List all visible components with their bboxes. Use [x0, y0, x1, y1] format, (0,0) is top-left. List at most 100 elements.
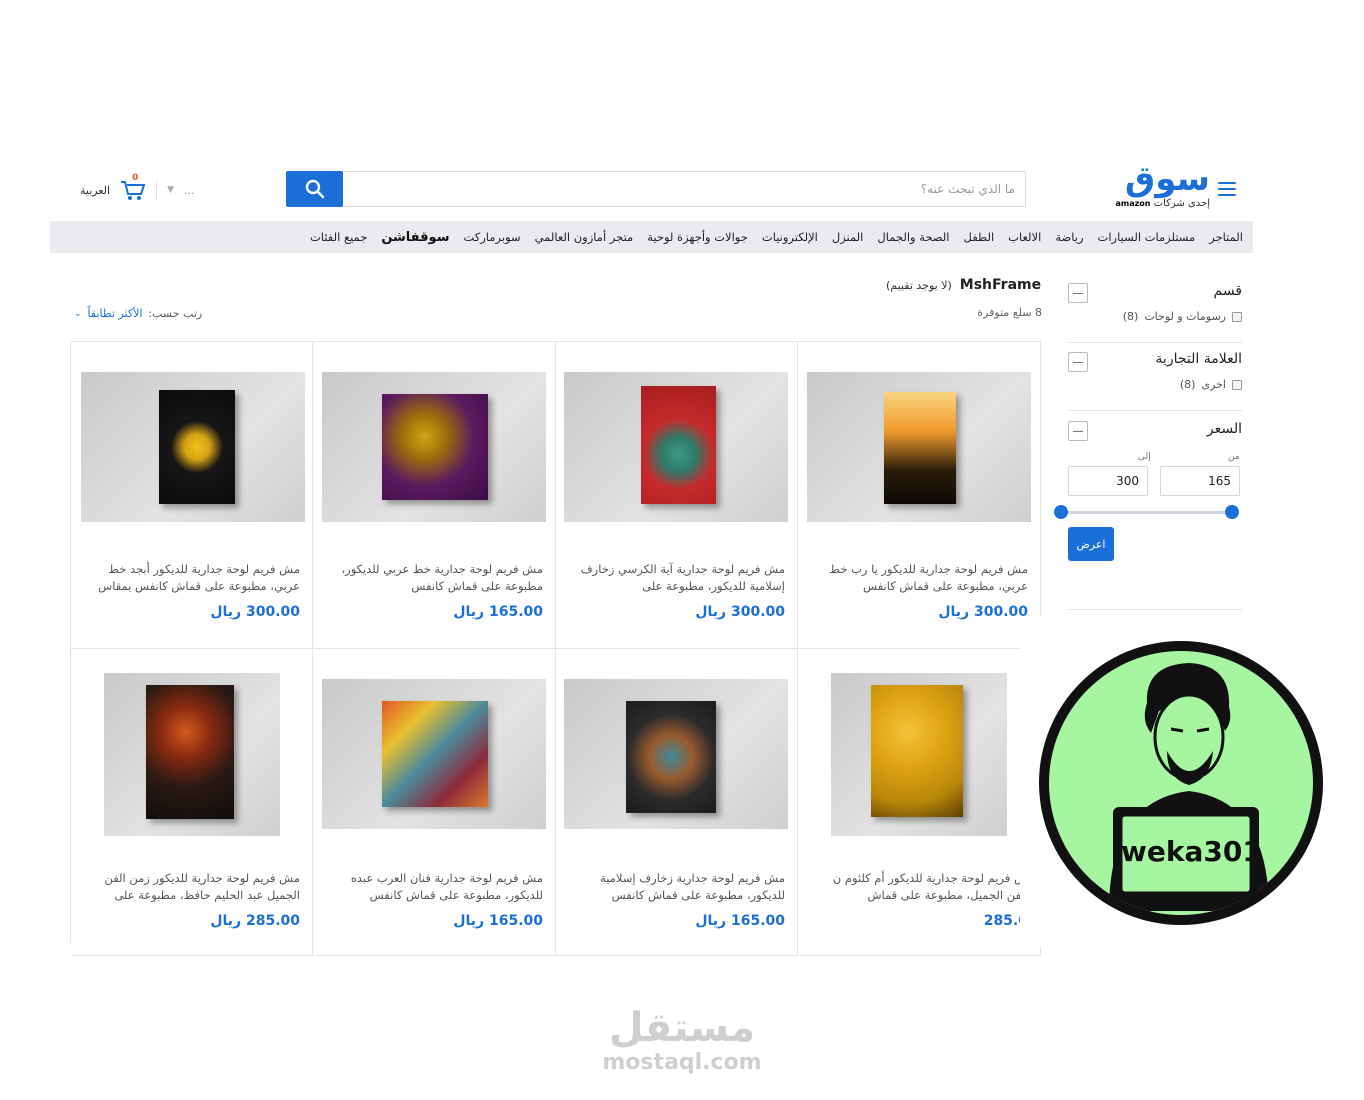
store-rating: (لا يوجد تقييم): [886, 278, 952, 292]
price-from-label: من: [1228, 452, 1240, 462]
sort-control: رتب حسب: الأكثر تطابقاً ⌄: [74, 307, 202, 320]
logo-text: سوق: [1124, 159, 1210, 199]
search-button[interactable]: [286, 171, 343, 207]
filter-price-title: السعر: [1206, 421, 1242, 437]
product-title[interactable]: مش فريم لوحة جدارية للديكور زمن الفن الج…: [83, 870, 300, 904]
canvas-art: [159, 390, 235, 504]
divider: [1068, 342, 1242, 343]
search-icon: [305, 179, 324, 199]
nav-item-health-beauty[interactable]: الصحة والجمال: [877, 230, 949, 244]
product-card[interactable]: مش فريم لوحة جدارية زخارف إسلامية للديكو…: [556, 649, 798, 956]
collapse-brand-button[interactable]: [1068, 352, 1088, 372]
canvas-art: [146, 685, 234, 819]
product-card[interactable]: مش فريم لوحة جدارية خط عربي للديكور، مطب…: [314, 342, 556, 649]
product-title[interactable]: مش فريم لوحة جدارية خط عربي للديكور، مطب…: [326, 561, 543, 595]
nav-item-all-categories[interactable]: جميع الفئات: [310, 230, 367, 244]
canvas-art: [382, 394, 488, 500]
product-price: 285.00 ريال: [210, 913, 300, 929]
sort-select[interactable]: الأكثر تطابقاً: [88, 307, 143, 320]
price-slider-max-handle[interactable]: [1225, 505, 1239, 519]
product-title[interactable]: مش فريم لوحة جدارية زخارف إسلامية للديكو…: [568, 870, 785, 904]
canvas-art: [382, 701, 488, 807]
menu-icon[interactable]: [1218, 182, 1236, 196]
price-min-input[interactable]: 165: [1160, 466, 1240, 496]
logo-subtitle: إحدى شركات amazon: [1115, 198, 1210, 209]
product-card[interactable]: مش فريم لوحة جدارية فنان العرب عبده للدي…: [314, 649, 556, 956]
cart-button[interactable]: 0: [120, 173, 146, 201]
watermark-latin: mostaql.com: [602, 1050, 762, 1075]
product-card[interactable]: مش فريم لوحة جدارية للديكور يا رب خط عرب…: [799, 342, 1041, 649]
nav-item-electronics[interactable]: الإلكترونيات: [762, 230, 818, 244]
product-image[interactable]: [564, 679, 788, 829]
store-header: (لا يوجد تقييم) MshFrame: [886, 277, 1041, 293]
product-card[interactable]: مش فريم لوحة جدارية للديكور أبجد خط عربي…: [71, 342, 313, 649]
account-menu[interactable]: ...: [184, 184, 195, 197]
product-title[interactable]: مش فريم لوحة جدارية آية الكرسي زخارف إسل…: [568, 561, 785, 595]
filter-brand-title: العلامة التجارية: [1155, 351, 1242, 367]
product-price: 165.00 ريال: [453, 604, 543, 620]
product-card[interactable]: مش فريم لوحة جدارية آية الكرسي زخارف إسل…: [556, 342, 798, 649]
canvas-art: [626, 701, 716, 813]
nav-item-amazon-global[interactable]: متجر أمازون العالمي: [535, 230, 634, 244]
product-title[interactable]: ش فريم لوحة جدارية للديكور أم كلثوم ن ال…: [811, 870, 1028, 904]
apply-price-button[interactable]: اعرض: [1068, 527, 1114, 561]
nav-item-sports[interactable]: رياضة: [1055, 230, 1083, 244]
filter-category-option[interactable]: رسومات و لوحات (8): [1100, 310, 1242, 323]
product-image[interactable]: [322, 679, 546, 829]
price-slider-min-handle[interactable]: [1054, 505, 1068, 519]
filter-category-title: قسم: [1213, 283, 1243, 299]
product-title[interactable]: مش فريم لوحة جدارية فنان العرب عبده للدي…: [326, 870, 543, 904]
badge-text: weka301: [1121, 835, 1262, 868]
canvas-art: [641, 386, 716, 504]
chevron-down-icon[interactable]: ⌄: [74, 309, 82, 319]
product-card[interactable]: ش فريم لوحة جدارية للديكور أم كلثوم ن ال…: [799, 649, 1041, 956]
avatar: weka301: [1049, 651, 1313, 915]
souq-logo[interactable]: سوق إحدى شركات amazon: [1110, 160, 1210, 216]
designer-avatar-badge: weka301: [1039, 641, 1323, 925]
product-image[interactable]: [81, 372, 305, 522]
product-card[interactable]: مش فريم لوحة جدارية للديكور زمن الفن الج…: [71, 649, 313, 956]
product-price: 165.00 ريال: [695, 913, 785, 929]
product-grid: مش فريم لوحة جدارية للديكور يا رب خط عرب…: [70, 341, 1041, 956]
checkbox[interactable]: [1232, 311, 1242, 322]
search-input[interactable]: ما الذي تبحث عنه؟: [342, 171, 1026, 207]
nav-item-supermarket[interactable]: سوبرماركت: [463, 230, 520, 244]
mostaql-watermark: مستقل mostaql.com: [596, 1005, 768, 1085]
product-image[interactable]: [807, 372, 1031, 522]
product-image[interactable]: [104, 673, 280, 836]
divider: [156, 181, 158, 199]
chevron-down-icon[interactable]: ▼: [167, 185, 174, 195]
header-utilities: العربية 0 ▼ ...: [80, 173, 195, 204]
collapse-price-button[interactable]: [1068, 421, 1088, 441]
canvas-art: [884, 392, 956, 504]
nav-item-souq-fashion[interactable]: سوقفاشن: [381, 230, 449, 245]
watermark-arabic: مستقل: [608, 1005, 756, 1051]
divider: [1068, 609, 1242, 610]
nav-item-stores[interactable]: المتاجر: [1209, 230, 1243, 244]
filter-brand-option[interactable]: اخرى (8): [1100, 378, 1242, 391]
store-name[interactable]: MshFrame: [960, 277, 1041, 293]
cart-count: 0: [132, 173, 139, 183]
nav-item-mobiles[interactable]: جوالات وأجهزة لوحية: [647, 230, 748, 244]
product-price: 300.00 ريال: [938, 604, 1028, 620]
collapse-category-button[interactable]: [1068, 283, 1088, 303]
nav-item-baby[interactable]: الطفل: [964, 230, 995, 244]
divider: [1068, 410, 1242, 411]
store-item-count: 8 سلع متوفرة: [977, 306, 1042, 319]
nav-item-toys[interactable]: الالعاب: [1008, 230, 1041, 244]
product-title[interactable]: مش فريم لوحة جدارية للديكور أبجد خط عربي…: [83, 561, 300, 595]
search-bar: ما الذي تبحث عنه؟: [286, 171, 1026, 207]
product-image[interactable]: [564, 372, 788, 522]
canvas-art: [871, 685, 963, 817]
checkbox[interactable]: [1232, 379, 1242, 390]
sort-label: رتب حسب:: [148, 307, 203, 320]
product-image[interactable]: [322, 372, 546, 522]
nav-item-automotive[interactable]: مستلزمات السيارات: [1098, 230, 1196, 244]
nav-item-home[interactable]: المنزل: [832, 230, 864, 244]
product-price: 300.00 ريال: [210, 604, 300, 620]
product-title[interactable]: مش فريم لوحة جدارية للديكور يا رب خط عرب…: [811, 561, 1028, 595]
price-max-input[interactable]: 300: [1068, 466, 1148, 496]
language-switch[interactable]: العربية: [80, 184, 110, 197]
product-image[interactable]: [831, 673, 1007, 836]
price-to-label: إلى: [1138, 452, 1151, 462]
